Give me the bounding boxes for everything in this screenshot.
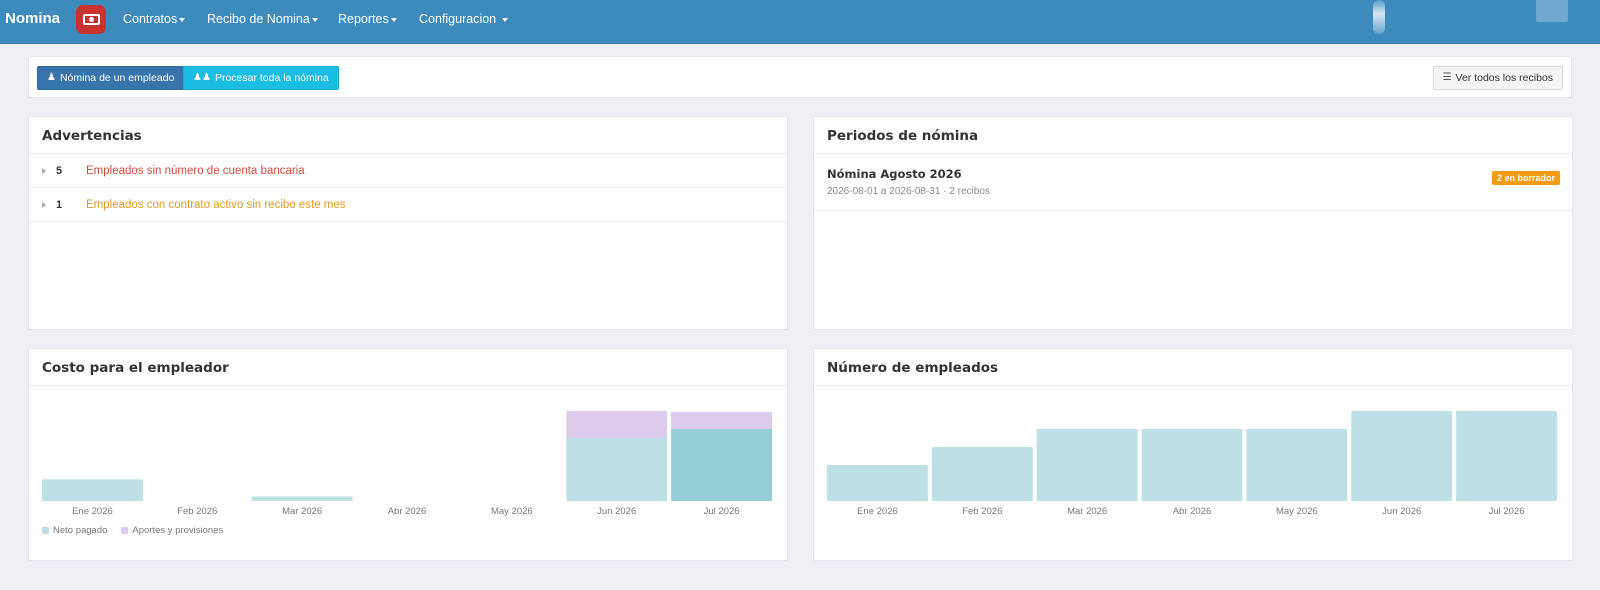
users-icon: ♟♟ xyxy=(193,72,211,83)
user-icon: ♟ xyxy=(47,72,56,83)
top-navbar: Nomina Contratos Recibo de Nomina Report… xyxy=(0,0,1600,44)
period-name[interactable]: Nómina Agosto 2026 xyxy=(827,167,1559,181)
bar xyxy=(1036,429,1138,501)
caret-down-icon xyxy=(179,17,186,22)
x-tick-label: Feb 2026 xyxy=(962,506,1002,517)
process-all-payroll-button[interactable]: ♟♟ Procesar toda la nómina xyxy=(183,66,339,90)
single-employee-payroll-button[interactable]: ♟ Nómina de un empleado xyxy=(37,66,185,90)
warning-row[interactable]: 5 Empleados sin número de cuenta bancari… xyxy=(29,154,787,188)
x-tick-label: Abr 2026 xyxy=(1173,506,1212,517)
menu-configuracion[interactable]: Configuracion xyxy=(419,12,508,26)
x-tick-label: Jul 2026 xyxy=(704,506,740,517)
caret-right-icon xyxy=(42,167,46,174)
warning-text[interactable]: Empleados con contrato activo sin recibo… xyxy=(86,199,346,211)
x-tick-label: Feb 2026 xyxy=(177,506,217,517)
employee-count-panel: Número de empleados Ene 2026 Feb 2026 Mar … xyxy=(813,348,1573,561)
x-tick-label: Jun 2026 xyxy=(597,506,636,517)
x-tick-label: Mar 2026 xyxy=(282,506,322,517)
bar xyxy=(566,438,668,501)
panel-title: Costo para el empleador xyxy=(29,349,787,386)
menu-contratos[interactable]: Contratos xyxy=(123,12,186,26)
panel-title: Advertencias xyxy=(29,117,787,154)
bar xyxy=(42,479,143,501)
legend-item-aportes: Aportes y provisiones xyxy=(121,525,223,536)
period-item[interactable]: Nómina Agosto 2026 2026-08-01 a 2026-08-… xyxy=(814,154,1572,211)
bar xyxy=(671,411,772,429)
navbar-decoration xyxy=(1373,0,1385,34)
panel-title: Periodos de nómina xyxy=(814,117,1572,154)
caret-right-icon xyxy=(42,201,46,208)
period-range: 2026-08-01 a 2026-08-31 · 2 recibos xyxy=(827,186,990,197)
navbar-decoration xyxy=(1536,0,1568,22)
caret-down-icon xyxy=(390,17,397,22)
employer-cost-panel: Costo para el empleador Ene 2026 Feb 2026… xyxy=(28,348,788,561)
bar xyxy=(671,429,772,501)
caret-down-icon xyxy=(311,17,318,22)
list-icon: ☰ xyxy=(1442,72,1452,83)
payroll-periods-panel: Periodos de nómina Nómina Agosto 2026 20… xyxy=(813,116,1573,330)
chart-legend: Neto pagado Aportes y provisiones xyxy=(42,525,223,536)
panel-title: Número de empleados xyxy=(814,349,1572,386)
x-tick-label: Mar 2026 xyxy=(1067,506,1107,517)
x-tick-label: Ene 2026 xyxy=(72,506,113,517)
warning-row[interactable]: 1 Empleados con contrato activo sin reci… xyxy=(29,188,787,222)
bar xyxy=(566,411,668,438)
menu-reportes[interactable]: Reportes xyxy=(338,12,397,26)
view-all-receipts-button[interactable]: ☰ Ver todos los recibos xyxy=(1432,66,1563,90)
menu-recibo-de-nomina[interactable]: Recibo de Nomina xyxy=(207,12,318,26)
money-icon[interactable] xyxy=(76,5,106,34)
x-tick-label: May 2026 xyxy=(1276,506,1318,517)
warning-count: 5 xyxy=(56,164,63,177)
x-tick-label: May 2026 xyxy=(491,506,533,517)
caret-down-icon xyxy=(501,17,508,22)
warning-text[interactable]: Empleados sin número de cuenta bancaria xyxy=(86,165,305,177)
bar xyxy=(1351,411,1453,501)
x-tick-label: Ene 2026 xyxy=(857,506,898,517)
status-badge: 2 en borrador xyxy=(1491,171,1560,185)
bar xyxy=(1246,429,1348,501)
bar xyxy=(931,447,1033,501)
x-tick-label: Abr 2026 xyxy=(388,506,427,517)
employer-cost-chart-svg: Ene 2026 Feb 2026 Mar 2026 Abr 2026 May 2026… xyxy=(42,411,772,517)
warnings-panel: Advertencias 5 Empleados sin número de c… xyxy=(28,116,788,330)
action-toolbar: ♟ Nómina de un empleado ♟♟ Procesar toda… xyxy=(28,56,1572,98)
x-tick-label: Jul 2026 xyxy=(1489,506,1525,517)
bar xyxy=(827,465,928,501)
warning-count: 1 xyxy=(56,198,63,211)
bar xyxy=(251,496,353,501)
employer-cost-chart: Ene 2026 Feb 2026 Mar 2026 Abr 2026 May 2026… xyxy=(29,387,787,527)
bar xyxy=(1456,411,1557,501)
brand-title[interactable]: Nomina xyxy=(5,10,60,27)
legend-item-neto: Neto pagado xyxy=(42,525,107,536)
employee-count-chart-svg: Ene 2026 Feb 2026 Mar 2026 Abr 2026 May 2026… xyxy=(827,411,1557,517)
bar xyxy=(1141,429,1243,501)
x-tick-label: Jun 2026 xyxy=(1382,506,1421,517)
employee-count-chart: Ene 2026 Feb 2026 Mar 2026 Abr 2026 May 2026… xyxy=(814,387,1572,527)
